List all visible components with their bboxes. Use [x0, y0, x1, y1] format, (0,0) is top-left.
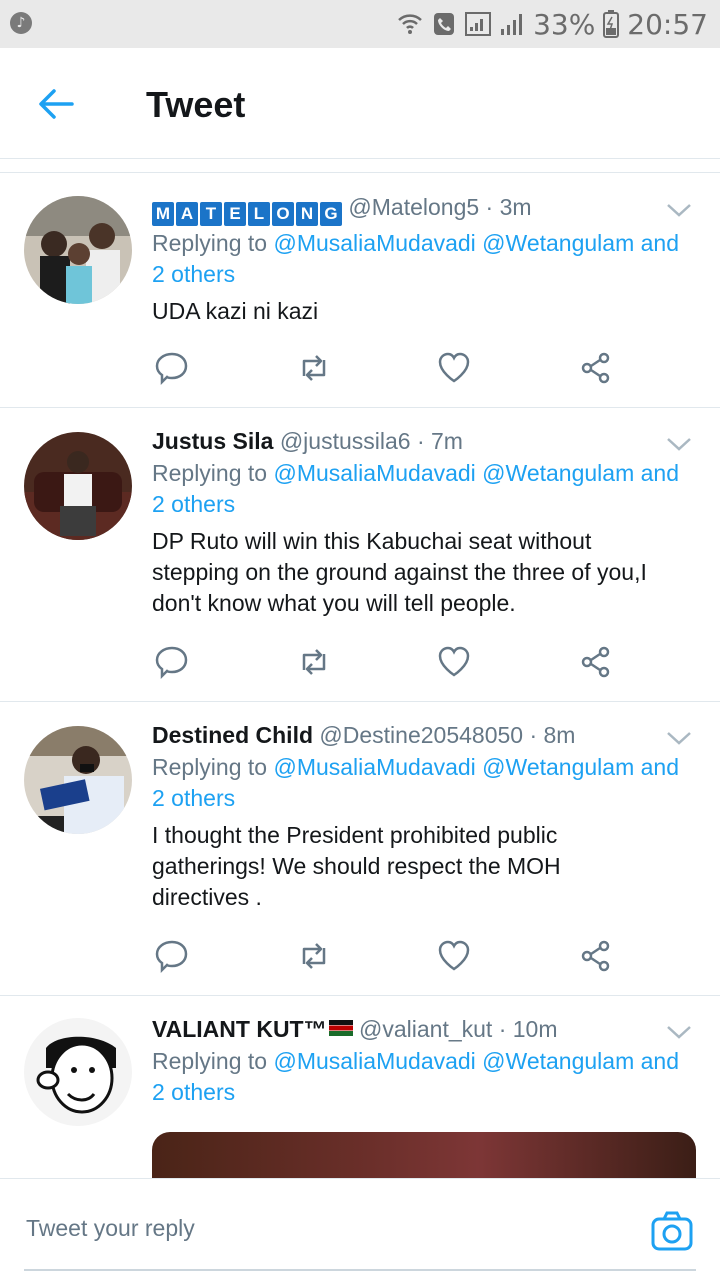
chevron-down-icon[interactable] — [666, 436, 692, 452]
tweet-card[interactable]: MATELONG @Matelong5 · 3m Replying to @Mu… — [0, 174, 720, 408]
replying-users-link[interactable]: @MusaliaMudavadi @Wetangulam and — [273, 1048, 679, 1074]
user-handle[interactable]: @Matelong5 — [348, 194, 479, 220]
music-note-icon: ♪ — [10, 12, 32, 34]
tweet-actions — [152, 644, 612, 684]
replying-to: Replying to @MusaliaMudavadi @Wetangulam… — [152, 1048, 680, 1105]
name-letter-tile: E — [224, 202, 246, 226]
kenya-flag-icon — [328, 1020, 353, 1036]
timestamp: · 7m — [416, 428, 463, 454]
name-letter-tile: G — [320, 202, 342, 226]
name-letter-tile: M — [152, 202, 174, 226]
avatar[interactable] — [24, 726, 132, 834]
tweet-actions — [152, 350, 612, 390]
replying-to: Replying to @MusaliaMudavadi @Wetangulam… — [152, 754, 680, 811]
chevron-down-icon[interactable] — [666, 730, 692, 746]
retweet-icon[interactable] — [296, 350, 332, 386]
display-name[interactable]: Justus Sila — [152, 428, 273, 454]
replying-others-link[interactable]: 2 others — [152, 1079, 235, 1105]
like-heart-icon[interactable] — [436, 938, 472, 974]
name-letter-tile: A — [176, 202, 198, 226]
tweet-actions — [152, 938, 612, 978]
chevron-down-icon[interactable] — [666, 202, 692, 218]
retweet-icon[interactable] — [296, 938, 332, 974]
replying-users-link[interactable]: @MusaliaMudavadi @Wetangulam and — [273, 754, 679, 780]
replying-to: Replying to @MusaliaMudavadi @Wetangulam… — [152, 230, 680, 287]
reply-input[interactable] — [24, 1205, 588, 1251]
replying-users-link[interactable]: @MusaliaMudavadi @Wetangulam and — [273, 460, 679, 486]
timestamp: · 3m — [485, 194, 532, 220]
clock: 20:57 — [627, 7, 708, 41]
replying-others-link[interactable]: 2 others — [152, 491, 235, 517]
wifi-icon — [398, 14, 422, 34]
signal-icon — [465, 12, 492, 36]
app-bar: Tweet — [0, 48, 720, 159]
like-heart-icon[interactable] — [436, 350, 472, 386]
replying-to: Replying to @MusaliaMudavadi @Wetangulam… — [152, 460, 680, 517]
tweet-text: DP Ruto will win this Kabuchai seat with… — [152, 528, 647, 616]
name-letter-tile: L — [248, 202, 270, 226]
reply-icon[interactable] — [154, 938, 190, 974]
share-icon[interactable] — [578, 644, 614, 680]
replying-users-link[interactable]: @MusaliaMudavadi @Wetangulam and — [273, 230, 679, 256]
call-icon — [434, 13, 455, 35]
reply-icon[interactable] — [154, 644, 190, 680]
name-letter-tile: O — [272, 202, 294, 226]
avatar[interactable] — [24, 1018, 132, 1126]
share-icon[interactable] — [578, 938, 614, 974]
user-handle[interactable]: @justussila6 — [280, 428, 411, 454]
name-letter-tile: T — [200, 202, 222, 226]
display-name[interactable]: MATELONG — [152, 202, 342, 226]
signal-bars-icon — [501, 14, 523, 35]
display-name[interactable]: VALIANT KUT™ — [152, 1016, 327, 1042]
display-name[interactable]: Destined Child — [152, 722, 313, 748]
tweet-text: I thought the President prohibited publi… — [152, 822, 561, 910]
share-icon[interactable] — [578, 350, 614, 386]
replying-others-link[interactable]: 2 others — [152, 261, 235, 287]
chevron-down-icon[interactable] — [666, 1024, 692, 1040]
status-bar: ♪ 33% 20:57 — [0, 0, 720, 48]
battery-icon — [603, 10, 620, 38]
replying-others-link[interactable]: 2 others — [152, 785, 235, 811]
avatar[interactable] — [24, 432, 132, 540]
avatar[interactable] — [24, 196, 132, 304]
user-handle[interactable]: @valiant_kut — [359, 1016, 492, 1042]
like-heart-icon[interactable] — [436, 644, 472, 680]
back-arrow-icon[interactable] — [36, 86, 76, 122]
tweet-text: UDA kazi ni kazi — [152, 298, 319, 324]
divider — [0, 172, 720, 173]
reply-icon[interactable] — [154, 350, 190, 386]
input-underline — [24, 1269, 696, 1271]
retweet-icon[interactable] — [296, 644, 332, 680]
camera-icon[interactable] — [650, 1209, 694, 1253]
tweet-card[interactable]: Justus Sila @justussila6 · 7m Replying t… — [0, 408, 720, 702]
page-title: Tweet — [146, 84, 246, 125]
reply-composer — [0, 1178, 720, 1281]
timestamp: · 8m — [529, 722, 576, 748]
timestamp: · 10m — [498, 1016, 558, 1042]
tweet-card[interactable]: Destined Child @Destine20548050 · 8m Rep… — [0, 702, 720, 996]
battery-percent: 33% — [533, 7, 596, 41]
user-handle[interactable]: @Destine20548050 — [319, 722, 523, 748]
name-letter-tile: N — [296, 202, 318, 226]
